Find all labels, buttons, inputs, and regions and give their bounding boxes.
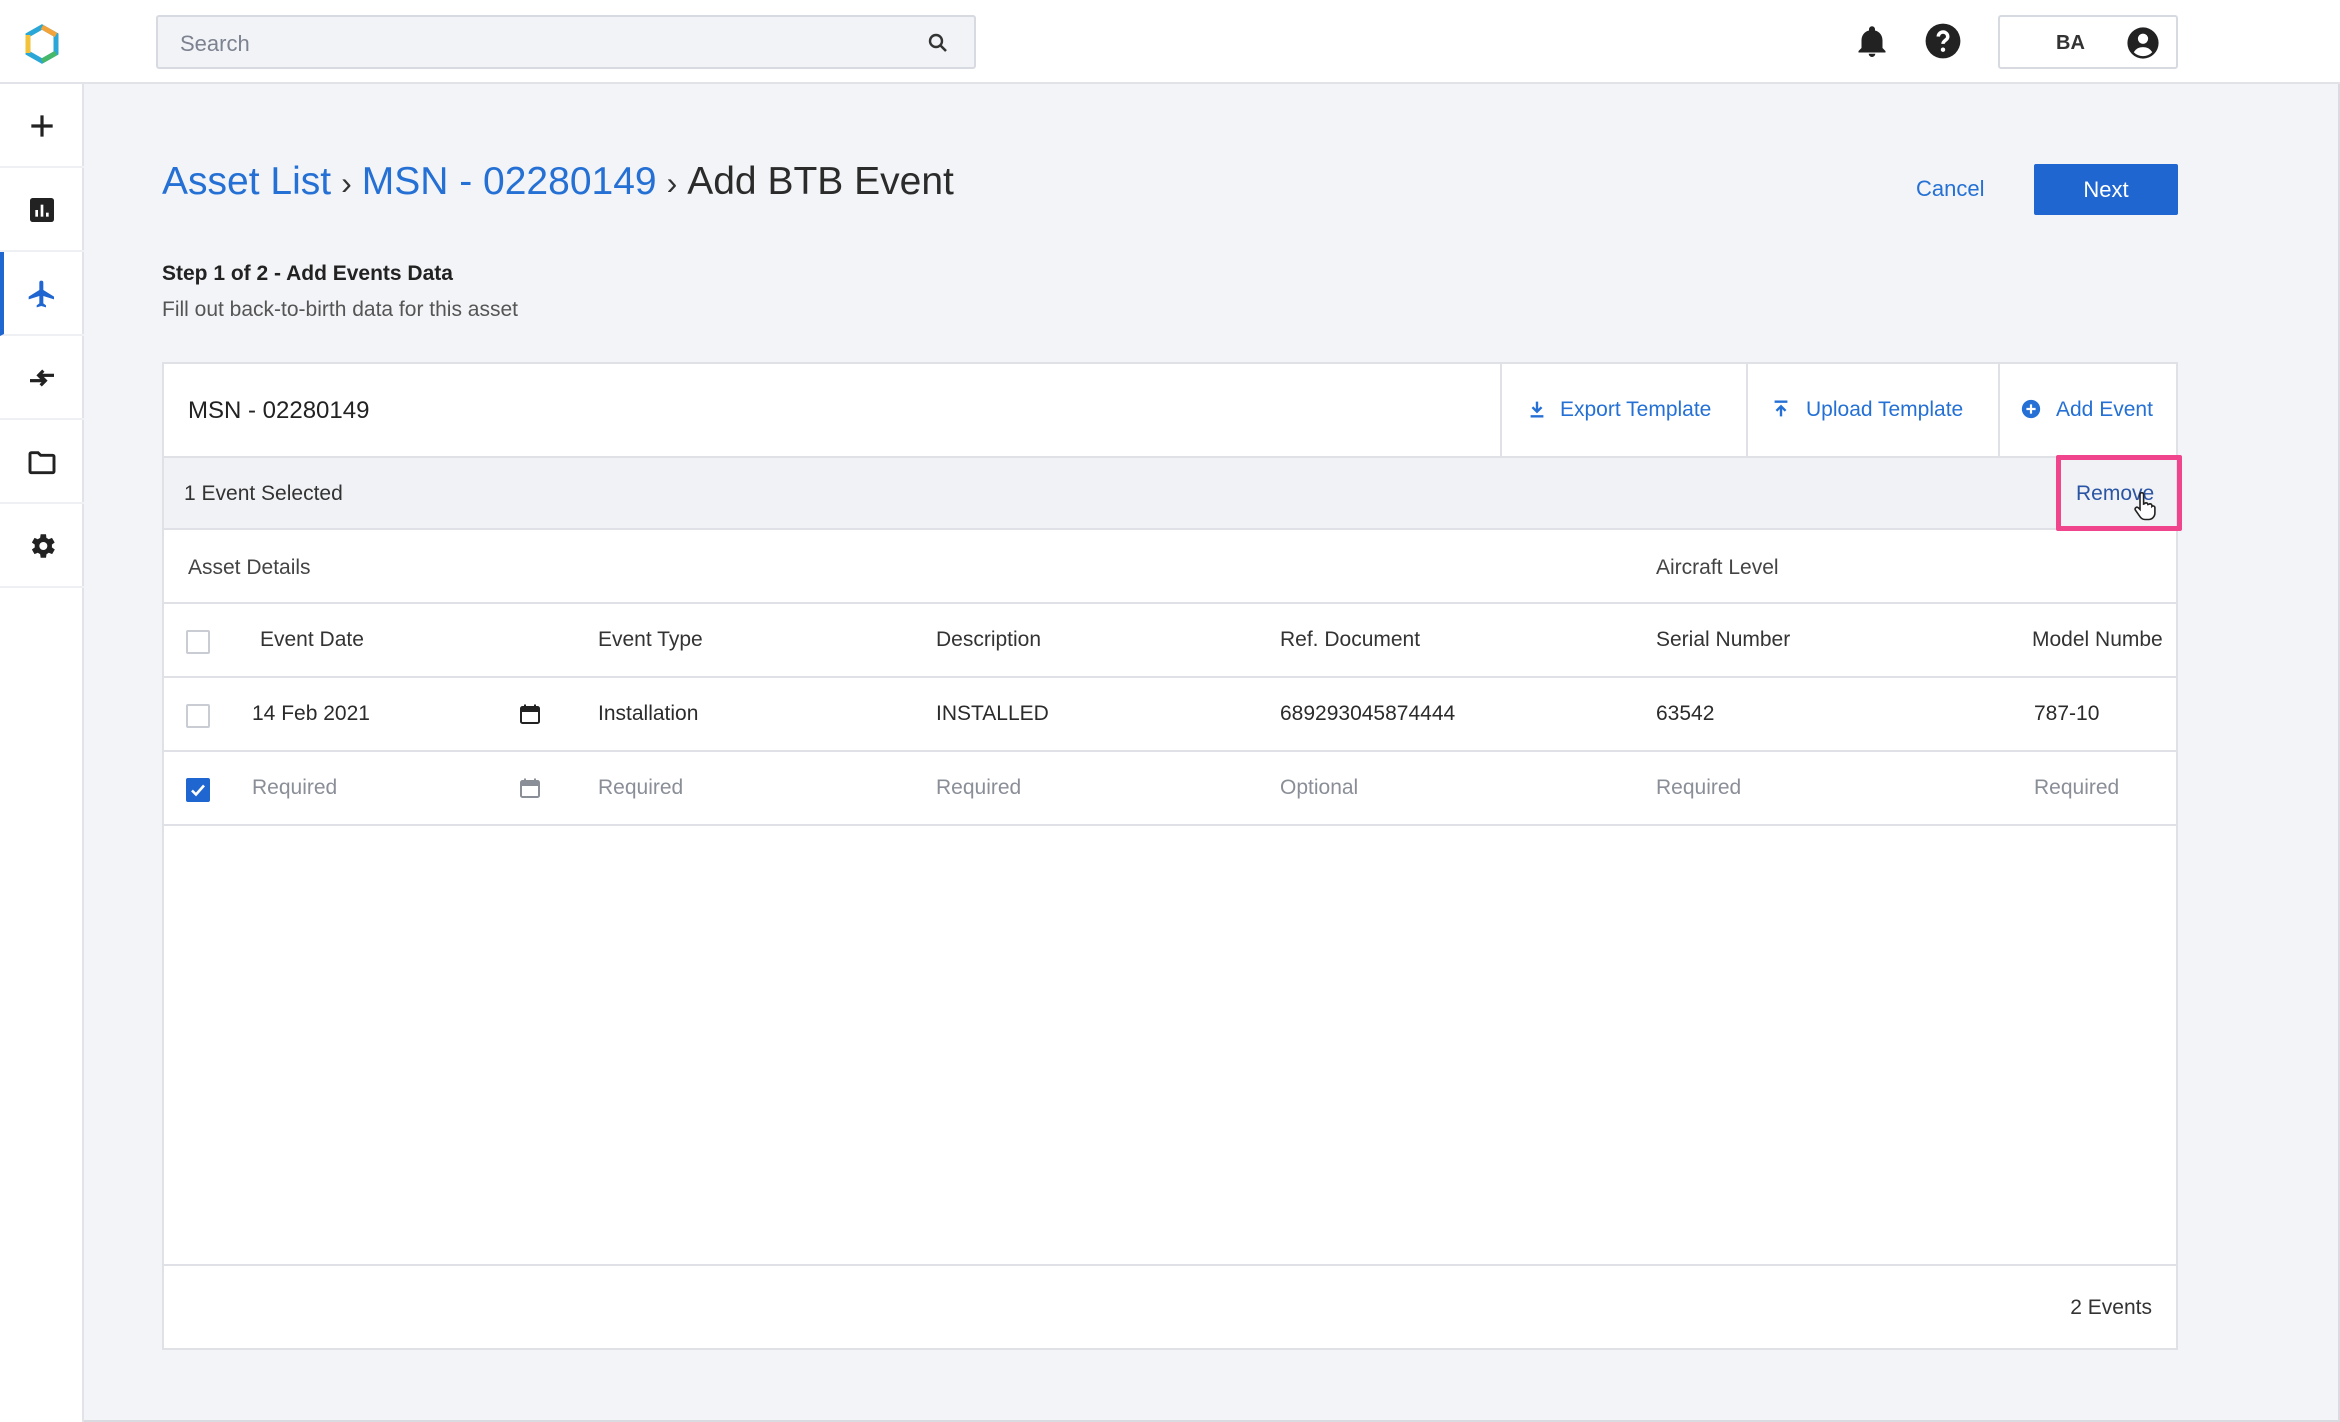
card-title: MSN - 02280149 [188,397,370,424]
hand-cursor-icon [2134,492,2156,521]
app-logo-icon[interactable] [22,24,62,64]
column-header-event-type[interactable]: Event Type [598,628,703,652]
checkmark-icon [191,784,205,797]
export-template-label: Export Template [1560,398,1712,421]
table-header-row: Event Date Event Type Description Ref. D… [164,604,2176,678]
card-footer: 2 Events [164,1264,2176,1348]
folder-icon [28,451,56,475]
column-header-serial-number[interactable]: Serial Number [1656,628,1790,652]
add-circle-icon [2021,399,2041,419]
account-circle-icon [2127,27,2159,59]
ref-document-input[interactable]: Optional [1280,776,1358,800]
description-cell[interactable]: INSTALLED [936,702,1049,726]
events-total: 2 Events [2070,1296,2152,1319]
column-header-event-date[interactable]: Event Date [260,628,364,652]
model-number-cell[interactable]: 787-10 [2034,702,2099,726]
events-card: MSN - 02280149 Export Template Upload Te… [162,362,2182,1350]
model-number-input[interactable]: Required [2034,776,2119,800]
sidebar [0,84,84,1422]
sidebar-item-documents[interactable] [0,420,84,504]
group-asset-details: Asset Details [188,556,311,579]
table-row[interactable]: 14 Feb 2021 Installation INSTALLED 68929… [164,678,2176,752]
row-checkbox[interactable] [186,704,210,728]
notification-bell-icon[interactable] [1854,24,1890,60]
upload-template-button[interactable]: Upload Template [1746,364,1998,456]
sidebar-item-transfers[interactable] [0,336,84,420]
description-input[interactable]: Required [936,776,1021,800]
add-event-button[interactable]: Add Event [1998,364,2176,456]
cancel-button[interactable]: Cancel [1916,176,1984,202]
breadcrumb-separator: › [666,165,678,201]
calendar-icon[interactable] [518,702,542,726]
select-all-checkbox[interactable] [186,630,210,654]
row-checkbox-checked[interactable] [186,778,210,802]
upload-template-label: Upload Template [1806,398,1964,421]
column-header-ref-document[interactable]: Ref. Document [1280,628,1420,652]
selection-bar: 1 Event Selected Remove [164,455,2182,531]
breadcrumb-asset-link[interactable]: MSN - 02280149 [362,160,657,203]
gear-icon [31,534,55,558]
breadcrumb-separator: › [341,165,352,201]
highlight-box [2056,455,2182,531]
table-row[interactable]: Required Required Required Optional Requ… [164,752,2176,826]
step-title: Step 1 of 2 - Add Events Data [162,262,453,285]
breadcrumb: Asset List › MSN - 02280149 › Add BTB Event [162,160,954,204]
search-placeholder: Search [180,31,250,56]
search-icon[interactable] [926,31,950,55]
column-group-row: Asset Details Aircraft Level [164,530,2176,604]
next-button[interactable]: Next [2034,164,2178,215]
add-event-label: Add Event [2056,398,2153,421]
event-type-cell[interactable]: Installation [598,702,698,726]
page-title: Add BTB Event [687,160,954,203]
sidebar-item-dashboard[interactable] [0,168,84,252]
breadcrumb-asset-list-link[interactable]: Asset List [162,160,331,203]
transfer-arrows-icon [30,369,54,387]
bar-chart-icon [30,198,54,222]
serial-number-cell[interactable]: 63542 [1656,702,1714,726]
sidebar-item-create[interactable] [0,84,84,168]
step-subtitle: Fill out back-to-birth data for this ass… [162,298,518,321]
sidebar-item-assets[interactable] [0,252,84,336]
user-menu[interactable]: BA [1998,15,2178,69]
event-type-input[interactable]: Required [598,776,683,800]
column-header-description[interactable]: Description [936,628,1041,652]
search-input[interactable]: Search [156,15,976,69]
column-header-model-number[interactable]: Model Numbe [2032,628,2163,652]
plus-icon [31,115,53,137]
group-aircraft-level: Aircraft Level [1656,556,1779,579]
event-date-input[interactable]: Required [252,776,337,800]
user-initials: BA [2056,32,2085,54]
top-bar: Search BA [0,0,2340,84]
sidebar-item-settings[interactable] [0,504,84,588]
calendar-icon[interactable] [518,776,542,800]
airplane-icon [28,280,54,308]
card-header: MSN - 02280149 Export Template Upload Te… [164,364,2176,458]
export-template-button[interactable]: Export Template [1500,364,1746,456]
event-date-cell[interactable]: 14 Feb 2021 [252,702,370,726]
serial-number-input[interactable]: Required [1656,776,1741,800]
upload-icon [1774,400,1788,417]
help-icon[interactable] [1924,22,1962,60]
ref-document-cell[interactable]: 689293045874444 [1280,702,1455,726]
selected-count: 1 Event Selected [184,482,343,505]
download-icon [1530,401,1544,418]
